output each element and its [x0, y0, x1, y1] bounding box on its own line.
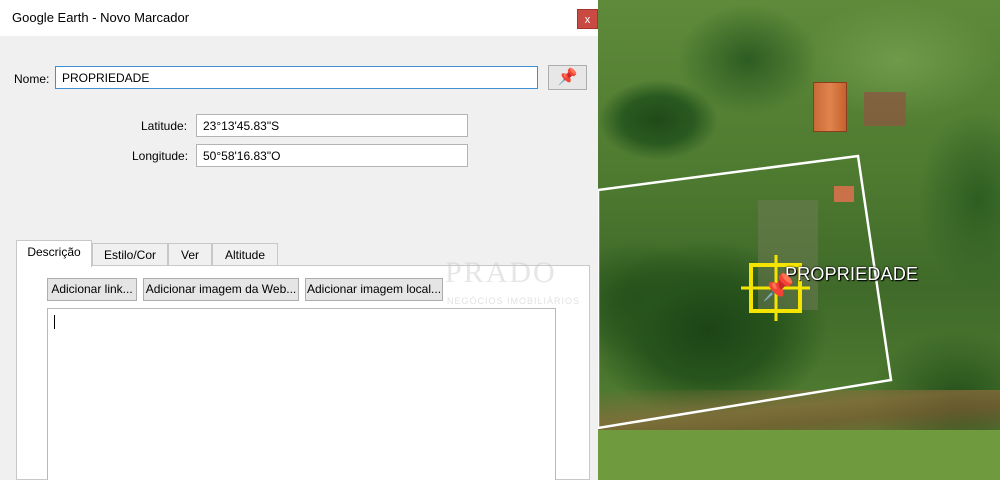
close-icon: x [584, 14, 591, 26]
add-local-image-button[interactable]: Adicionar imagem local... [305, 278, 443, 301]
description-panel: Adicionar link... Adicionar imagem da We… [16, 265, 590, 480]
tab-altitude[interactable]: Altitude [212, 243, 278, 266]
pushpin-icon: 📌 [557, 69, 578, 86]
new-placemark-dialog: Google Earth - Novo Marcador x Nome: PRO… [0, 0, 598, 480]
tab-descricao[interactable]: Descrição [16, 240, 92, 267]
window-title: Google Earth - Novo Marcador [12, 10, 190, 25]
longitude-label: Longitude: [132, 149, 189, 163]
title-bar[interactable]: Google Earth - Novo Marcador x [0, 0, 598, 36]
close-button[interactable]: x [577, 9, 598, 29]
description-textarea[interactable] [47, 308, 556, 480]
latitude-input[interactable]: 23°13'45.83"S [196, 114, 468, 137]
latitude-label: Latitude: [141, 119, 188, 133]
longitude-input[interactable]: 50°58'16.83"O [196, 144, 468, 167]
text-caret [54, 315, 55, 329]
pushpin-icon[interactable]: 📌 [762, 270, 794, 304]
name-label: Nome: [14, 72, 50, 86]
tab-estilo-cor[interactable]: Estilo/Cor [92, 243, 168, 266]
name-input[interactable]: PROPRIEDADE [55, 66, 538, 89]
property-boundary [598, 154, 893, 430]
placemark-icon-button[interactable]: 📌 [548, 65, 587, 90]
add-web-image-button[interactable]: Adicionar imagem da Web... [143, 278, 299, 301]
add-link-button[interactable]: Adicionar link... [47, 278, 137, 301]
placemark-label[interactable]: PROPRIEDADE [785, 264, 918, 285]
satellite-map[interactable]: 📌 PROPRIEDADE [598, 0, 1000, 480]
tab-ver[interactable]: Ver [168, 243, 212, 266]
